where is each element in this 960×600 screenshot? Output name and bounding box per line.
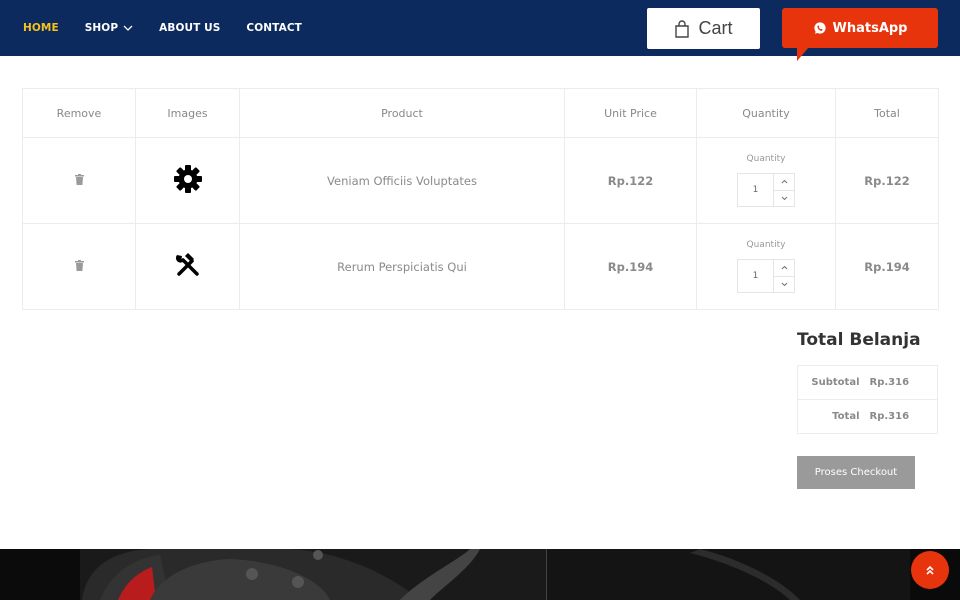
image-cell	[135, 137, 240, 224]
subtotal-row: Subtotal Rp.316	[797, 365, 938, 400]
header-unit-price: Unit Price	[564, 88, 697, 138]
quantity-label: Quantity	[746, 154, 786, 164]
total-row: Total Rp.316	[797, 399, 938, 434]
chevron-down-icon	[781, 282, 787, 287]
header-total: Total	[835, 88, 939, 138]
header-images: Images	[135, 88, 240, 138]
quantity-cell: Quantity	[696, 223, 836, 310]
checkout-button[interactable]: Proses Checkout	[797, 456, 915, 489]
quantity-input[interactable]	[738, 260, 774, 292]
cart-table: Remove Images Product Unit Price Quantit…	[22, 88, 939, 310]
table-row: Rerum Perspiciatis Qui Rp.194 Quantity 1…	[22, 223, 939, 310]
car-wheel-image	[0, 549, 960, 600]
header-remove: Remove	[22, 88, 136, 138]
remove-cell	[22, 223, 136, 310]
chevron-down-icon	[781, 196, 787, 201]
nav-shop[interactable]: SHOP	[85, 22, 133, 34]
nav-contact[interactable]: CONTACT	[246, 22, 301, 34]
image-cell	[135, 223, 240, 310]
total-value: Rp.316	[869, 399, 938, 434]
quantity-stepper	[737, 173, 795, 207]
chevron-down-icon	[123, 25, 133, 31]
row-total: Rp.194	[835, 223, 939, 310]
quantity-label: Quantity	[746, 240, 786, 250]
quantity-decrease-button[interactable]	[774, 277, 794, 293]
footer-banner-image	[0, 549, 960, 600]
quantity-stepper	[737, 259, 795, 293]
product-name[interactable]: Rerum Perspiciatis Qui	[239, 223, 565, 310]
product-name[interactable]: Veniam Officiis Voluptates	[239, 137, 565, 224]
subtotal-label: Subtotal	[797, 365, 870, 400]
whatsapp-button[interactable]: WhatsApp	[782, 8, 938, 48]
quantity-increase-button[interactable]	[774, 174, 794, 191]
whatsapp-icon	[813, 22, 826, 34]
unit-price: Rp.122	[564, 137, 697, 224]
cart-label: Cart	[698, 18, 733, 38]
quantity-arrows	[774, 260, 794, 292]
whatsapp-tooltip-tail	[797, 47, 809, 61]
quantity-cell: Quantity	[696, 137, 836, 224]
row-total: Rp.122	[835, 137, 939, 224]
remove-cell	[22, 137, 136, 224]
scroll-to-top-button[interactable]	[911, 551, 949, 589]
chevron-up-icon	[781, 265, 787, 270]
quantity-arrows	[774, 174, 794, 206]
double-chevron-up-icon	[926, 565, 934, 575]
table-row: Veniam Officiis Voluptates Rp.122 Quanti…	[22, 137, 939, 224]
quantity-input[interactable]	[738, 174, 774, 206]
quantity-increase-button[interactable]	[774, 260, 794, 277]
unit-price: Rp.194	[564, 223, 697, 310]
chevron-up-icon	[781, 179, 787, 184]
nav-about-us[interactable]: ABOUT US	[159, 22, 220, 34]
tools-icon	[175, 253, 199, 276]
cart-button[interactable]: Cart	[647, 8, 760, 49]
nav-home[interactable]: HOME	[23, 22, 59, 34]
quantity-decrease-button[interactable]	[774, 191, 794, 207]
trash-icon[interactable]	[74, 173, 84, 185]
trash-icon[interactable]	[74, 259, 84, 271]
whatsapp-label: WhatsApp	[832, 20, 908, 36]
total-label: Total	[797, 399, 870, 434]
navbar: HOME SHOP ABOUT US CONTACT Cart WhatsApp	[0, 0, 960, 56]
totals-title: Total Belanja	[797, 330, 921, 350]
header-product: Product	[239, 88, 565, 138]
nav-shop-label: SHOP	[84, 22, 119, 34]
cart-table-header: Remove Images Product Unit Price Quantit…	[22, 88, 939, 138]
main-nav: HOME SHOP ABOUT US CONTACT	[23, 0, 302, 56]
totals-table: Subtotal Rp.316 Total Rp.316	[797, 365, 938, 434]
subtotal-value: Rp.316	[869, 365, 938, 400]
header-quantity: Quantity	[696, 88, 836, 138]
shopping-bag-icon	[675, 19, 690, 38]
gear-icon	[173, 165, 202, 193]
